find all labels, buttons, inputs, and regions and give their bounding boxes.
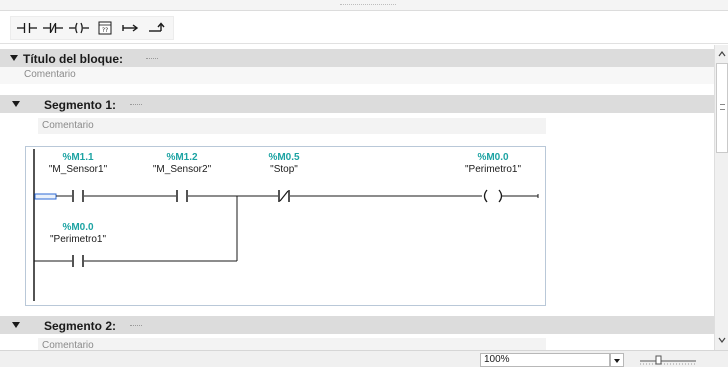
contact-m0-5-slash (279, 190, 289, 202)
ladder-editor[interactable]: Título del bloque: Comentario Segmento 1… (0, 45, 714, 350)
zoom-select[interactable]: 100% (480, 353, 610, 367)
collapse-triangle-icon[interactable] (12, 101, 20, 107)
segment-1-header[interactable]: Segmento 1: (0, 95, 714, 113)
collapse-triangle-icon[interactable] (12, 322, 20, 328)
segment-1-label: Segmento 1: (44, 98, 117, 112)
segment-2-title-field[interactable] (130, 325, 142, 327)
close-branch-button[interactable] (144, 17, 170, 39)
scroll-down-icon[interactable] (717, 335, 727, 345)
contact-m1-2-tag[interactable]: "M_Sensor2" (132, 164, 232, 175)
empty-box-button[interactable]: ?? (92, 17, 118, 39)
segment-2-comment[interactable]: Comentario (38, 338, 546, 350)
svg-text:??: ?? (102, 27, 108, 34)
nc-contact-icon (43, 23, 63, 33)
status-bar: 100% (0, 350, 728, 367)
ladder-toolbar: ?? (0, 11, 728, 44)
zoom-slider[interactable] (638, 355, 698, 367)
contact-m0-0-address[interactable]: %M0.0 (28, 222, 128, 233)
coil-m0-0-right-arc (498, 189, 503, 203)
toolbar-button-group: ?? (10, 16, 174, 40)
coil-m0-0-left-arc (483, 189, 488, 203)
top-strip (0, 0, 728, 11)
contact-m0-5-tag[interactable]: "Stop" (234, 164, 334, 175)
scrollbar-thumb[interactable] (716, 63, 728, 153)
rung-selection-marker (34, 193, 57, 200)
contact-m0-5-address[interactable]: %M0.5 (234, 152, 334, 163)
vertical-scrollbar[interactable] (714, 45, 728, 350)
contact-m0-0-tag[interactable]: "Perimetro1" (28, 234, 128, 245)
zoom-value: 100% (484, 354, 510, 365)
scrollbar-grip (720, 104, 725, 110)
block-title-field[interactable] (146, 58, 158, 60)
splitter-grip[interactable] (340, 4, 396, 7)
chevron-down-icon (614, 359, 620, 363)
segment-1-comment[interactable]: Comentario (38, 118, 546, 134)
close-branch-icon (149, 22, 165, 32)
contact-m1-1-address[interactable]: %M1.1 (28, 152, 128, 163)
contact-m1-1-tag[interactable]: "M_Sensor1" (28, 164, 128, 175)
empty-box-icon: ?? (98, 21, 112, 35)
segment-1-network[interactable]: %M1.1 "M_Sensor1" %M1.2 "M_Sensor2" %M0.… (25, 146, 546, 306)
coil-m0-0-tag[interactable]: "Perimetro1" (443, 164, 543, 175)
segment-2-comment-text: Comentario (42, 340, 94, 350)
nc-contact-button[interactable] (40, 17, 66, 39)
collapse-triangle-icon[interactable] (10, 55, 18, 61)
open-branch-icon (122, 24, 139, 32)
block-comment-text: Comentario (24, 69, 76, 80)
coil-icon (69, 22, 89, 34)
no-contact-icon (17, 23, 37, 33)
zoom-dropdown-button[interactable] (610, 353, 624, 367)
block-title-bar[interactable]: Título del bloque: (0, 49, 714, 67)
coil-button[interactable] (66, 17, 92, 39)
segment-2-label: Segmento 2: (44, 319, 117, 333)
segment-1-title-field[interactable] (130, 104, 142, 106)
no-contact-button[interactable] (14, 17, 40, 39)
block-title-label: Título del bloque: (23, 52, 123, 66)
zoom-slider-thumb (655, 355, 662, 365)
coil-m0-0-address[interactable]: %M0.0 (443, 152, 543, 163)
block-comment[interactable]: Comentario (0, 67, 714, 84)
scroll-up-icon[interactable] (717, 49, 727, 59)
open-branch-button[interactable] (118, 17, 144, 39)
segment-1-comment-text: Comentario (42, 120, 94, 131)
segment-2-header[interactable]: Segmento 2: (0, 316, 714, 334)
contact-m1-2-address[interactable]: %M1.2 (132, 152, 232, 163)
